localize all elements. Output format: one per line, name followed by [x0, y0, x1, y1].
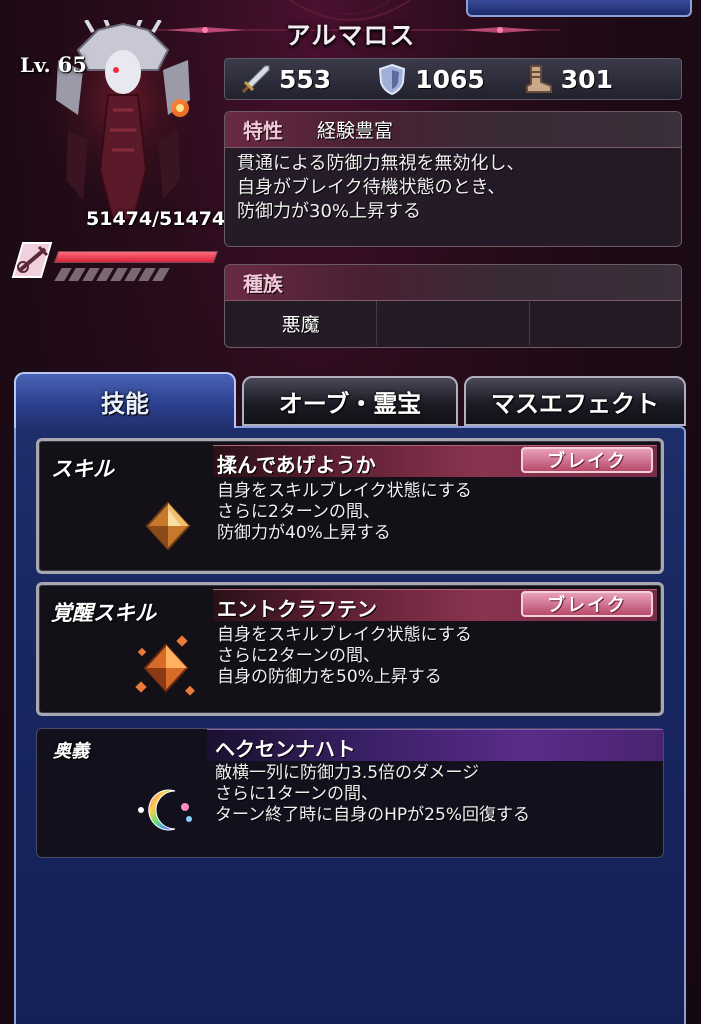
trait-description: 貫通による防御力無視を無効化し、 自身がブレイク待機状態のとき、 防御力が30%…	[237, 153, 525, 222]
weapon-type-icon	[11, 242, 53, 278]
break-tag: ブレイク	[521, 591, 653, 617]
level-value: 65	[57, 52, 87, 77]
defense-stat: 1065	[375, 62, 485, 96]
skill-description: 自身をスキルブレイク状態にする さらに2ターンの間、 防御力が40%上昇する	[217, 481, 472, 543]
race-row: 悪魔	[225, 301, 681, 345]
tab-skills[interactable]: 技能	[14, 372, 236, 428]
trait-panel: 特性 経験豊富 貫通による防御力無視を無効化し、 自身がブレイク待機状態のとき、…	[224, 111, 682, 247]
amber-crystal-icon	[145, 501, 191, 551]
attack-stat: 553	[239, 62, 331, 96]
break-gauge	[54, 268, 170, 281]
race-cell: 悪魔	[225, 301, 378, 345]
trait-header: 特性 経験豊富	[225, 112, 681, 148]
speed-value: 301	[560, 64, 613, 94]
trait-label: 特性	[243, 119, 283, 143]
trait-name: 経験豊富	[317, 120, 394, 142]
skill-card[interactable]: スキル 揉んであげようか ブレイク 自身をスキルブレイク状態にする さらに2ター…	[36, 438, 664, 574]
ultimate-skill-card[interactable]: 奥義 ヘクセンナハト 敵横一列に防御力3.5倍のダメージ さらに1ターンの間、 …	[36, 728, 664, 858]
skill-name: 揉んであげようか	[217, 453, 376, 477]
speed-stat: 301	[521, 62, 613, 96]
race-label: 種族	[243, 272, 283, 296]
race-panel: 種族 悪魔	[224, 264, 682, 348]
shield-icon	[379, 63, 406, 96]
unit-detail-screen: アルマロス Lv. 65 51474/51474 553 1065 301 特性…	[0, 0, 701, 1024]
skill-description: 敵横一列に防御力3.5倍のダメージ さらに1ターンの間、 ターン終了時に自身のH…	[215, 763, 530, 825]
tab-orb[interactable]: オーブ・霊宝	[242, 376, 458, 426]
awakened-skill-card[interactable]: 覚醒スキル エントクラフテン ブレイク 自身をスキルブレイク状態にする さらに2…	[36, 582, 664, 716]
tab-mass-effect[interactable]: マスエフェクト	[464, 376, 686, 426]
hp-value: 51474/51474	[86, 208, 226, 230]
detail-tabs: 技能 オーブ・霊宝 マスエフェクト	[14, 372, 686, 428]
hp-bar-fill	[55, 252, 217, 262]
skill-type-label: スキル	[51, 456, 114, 481]
defense-value: 1065	[415, 64, 485, 94]
skill-description: 自身をスキルブレイク状態にする さらに2ターンの間、 自身の防御力を50%上昇す…	[217, 625, 472, 687]
break-gauge-segment	[152, 268, 170, 281]
skill-type-label: 覚醒スキル	[51, 600, 156, 625]
top-menu-tabs[interactable]	[466, 0, 692, 17]
level-prefix: Lv.	[20, 53, 51, 77]
race-cell	[377, 301, 530, 345]
stats-bar: 553 1065 301	[224, 58, 682, 100]
break-tag: ブレイク	[521, 447, 653, 473]
attack-value: 553	[279, 64, 332, 94]
rainbow-crescent-icon	[138, 789, 192, 831]
race-header: 種族	[225, 265, 681, 301]
skill-name: ヘクセンナハト	[215, 737, 356, 761]
race-cell	[530, 301, 681, 345]
hp-bar	[53, 251, 219, 263]
amber-crystal-burst-icon	[135, 635, 195, 696]
boot-icon	[525, 65, 552, 93]
skill-name: エントクラフテン	[217, 597, 377, 621]
sword-icon	[241, 65, 270, 94]
skill-type-label: 奥義	[53, 741, 89, 762]
level-label: Lv. 65	[20, 52, 87, 77]
